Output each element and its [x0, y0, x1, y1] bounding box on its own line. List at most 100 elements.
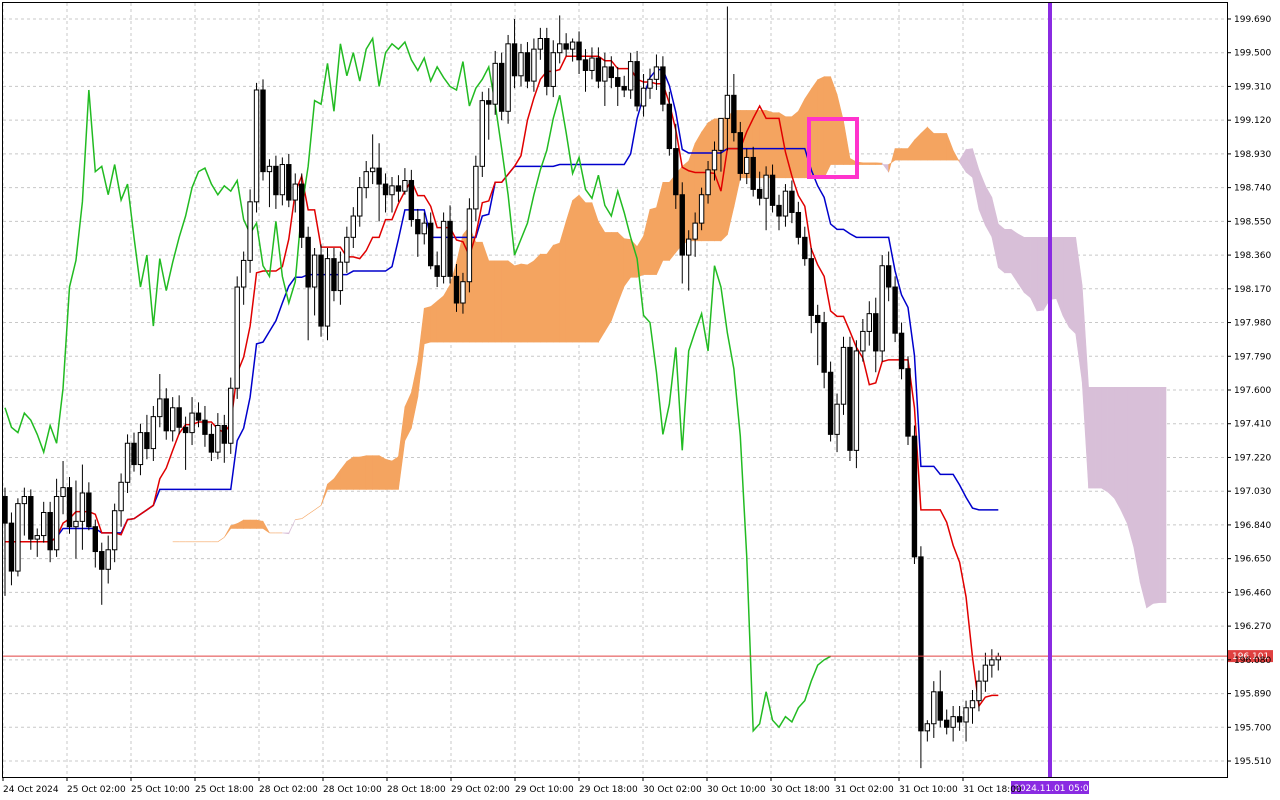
- x-tick-label: 30 Oct 10:00: [707, 785, 766, 795]
- candle-body-bear: [382, 183, 389, 196]
- kumo-bull-segment: [785, 116, 793, 179]
- candle-body-bull: [228, 387, 234, 444]
- kumo-bull-segment: [759, 110, 767, 179]
- candle-body-bull: [492, 62, 498, 105]
- kumo-bear-segment: [1062, 237, 1070, 328]
- candle-body-bear: [827, 371, 834, 435]
- y-tick-label: 197.790: [1234, 352, 1271, 362]
- candle-body-bull: [253, 89, 260, 203]
- candle-body-bear: [885, 265, 892, 288]
- kumo-bull-segment: [346, 456, 354, 490]
- candle-body-bull: [557, 43, 563, 54]
- x-tick-label: 25 Oct 10:00: [131, 785, 190, 795]
- candle-body-bear: [305, 236, 311, 288]
- kumo-bull-segment: [507, 260, 515, 343]
- kumo-bear-segment: [1030, 237, 1038, 312]
- y-tick-label: 198.930: [1234, 150, 1271, 160]
- kumo-bull-segment: [359, 455, 367, 490]
- candle-body-bear: [582, 59, 589, 71]
- kumo-bull-segment: [365, 455, 373, 490]
- candle-body-bear: [615, 77, 621, 87]
- candle-body-bull: [640, 87, 647, 107]
- kumo-bull-segment: [791, 110, 799, 179]
- candle-body-bear: [544, 38, 550, 87]
- ichimoku-candlestick-chart[interactable]: 196.1012024.11.01 05:00 199.690199.50019…: [0, 0, 1280, 800]
- kumo-bear-segment: [1036, 237, 1044, 312]
- kumo-bear-segment: [1133, 387, 1141, 583]
- kumo-bear-segment: [1114, 387, 1122, 511]
- candle-body-bear: [608, 66, 614, 79]
- candle-body-bear: [434, 265, 440, 277]
- x-tick-label: 31 Oct 18:00: [963, 785, 1022, 795]
- candle-body-bull: [34, 535, 40, 540]
- candle-body-bull: [853, 350, 860, 451]
- candle-body-bull: [466, 208, 473, 283]
- candle-body-bear: [8, 522, 15, 572]
- candle-body-bull: [111, 510, 118, 551]
- kumo-bear-segment: [1101, 387, 1109, 493]
- candle-body-bear: [847, 346, 853, 451]
- candle-body-bear: [621, 85, 627, 91]
- candle-body-bear: [660, 66, 666, 105]
- candle-body-bull: [150, 416, 157, 450]
- kumo-bull-segment: [623, 238, 631, 288]
- candle-body-bear: [673, 148, 679, 196]
- kumo-bull-segment: [385, 458, 393, 490]
- candle-body-bear: [447, 220, 453, 277]
- vertical-marker-label: 2024.11.01 05:00: [1014, 784, 1095, 794]
- candle-body-bull: [647, 78, 653, 89]
- kumo-bull-segment: [810, 78, 819, 179]
- y-tick-label: 197.600: [1234, 386, 1271, 396]
- candle-body-bull: [569, 41, 576, 50]
- candle-body-bull: [421, 222, 427, 235]
- kumo-bull-segment: [572, 194, 580, 343]
- candle-body-bear: [2, 496, 8, 524]
- kumo-bull-segment: [436, 295, 444, 343]
- kumo-bear-segment: [1159, 387, 1167, 603]
- candle-body-bull: [118, 481, 124, 512]
- y-tick-label: 195.700: [1234, 723, 1271, 733]
- y-tick-label: 199.690: [1234, 15, 1271, 25]
- candle-body-bull: [460, 281, 466, 304]
- candle-body-bear: [795, 211, 802, 238]
- kumo-bull-segment: [630, 238, 638, 278]
- candle-body-bull: [157, 398, 163, 418]
- candle-body-bear: [163, 398, 169, 432]
- x-tick-label: 29 Oct 10:00: [515, 785, 574, 795]
- candle-body-bull: [879, 265, 885, 352]
- candle-body-bear: [892, 286, 898, 334]
- candle-body-bear: [182, 426, 189, 434]
- candle-body-bull: [363, 171, 369, 189]
- kumo-bull-segment: [423, 306, 432, 345]
- kumo-bull-segment: [552, 242, 561, 343]
- kumo-bull-segment: [565, 200, 573, 343]
- candle-body-bull: [860, 330, 866, 352]
- candle-body-bull: [686, 238, 692, 256]
- kumo-bull-segment: [578, 194, 586, 343]
- candle-body-bear: [86, 492, 92, 528]
- candle-body-bull: [189, 412, 195, 434]
- kumo-bull-segment: [256, 519, 264, 529]
- kumo-bull-segment: [243, 519, 251, 529]
- kumo-bull-segment: [559, 221, 567, 343]
- candle-body-bear: [511, 43, 518, 77]
- x-tick-label: 30 Oct 02:00: [643, 785, 702, 795]
- y-tick-label: 195.890: [1234, 690, 1271, 700]
- kumo-bull-segment: [823, 76, 831, 178]
- candle-body-bull: [531, 48, 537, 82]
- kumo-bear-segment: [965, 148, 973, 179]
- kumo-bull-segment: [604, 232, 612, 333]
- candle-body-bull: [73, 520, 79, 528]
- candle-body-bear: [195, 412, 202, 421]
- kumo-bull-segment: [501, 260, 509, 343]
- y-tick-label: 198.170: [1234, 285, 1271, 295]
- candle-body-bear: [524, 52, 531, 82]
- candle-body-bear: [679, 194, 685, 256]
- candle-body-bull: [350, 215, 357, 238]
- candle-body-bull: [266, 165, 273, 173]
- candle-body-bear: [202, 419, 208, 435]
- kumo-bear-segment: [1139, 387, 1147, 608]
- candle-body-bull: [589, 57, 595, 71]
- kumo-bull-segment: [430, 300, 438, 343]
- candle-body-bear: [453, 275, 460, 304]
